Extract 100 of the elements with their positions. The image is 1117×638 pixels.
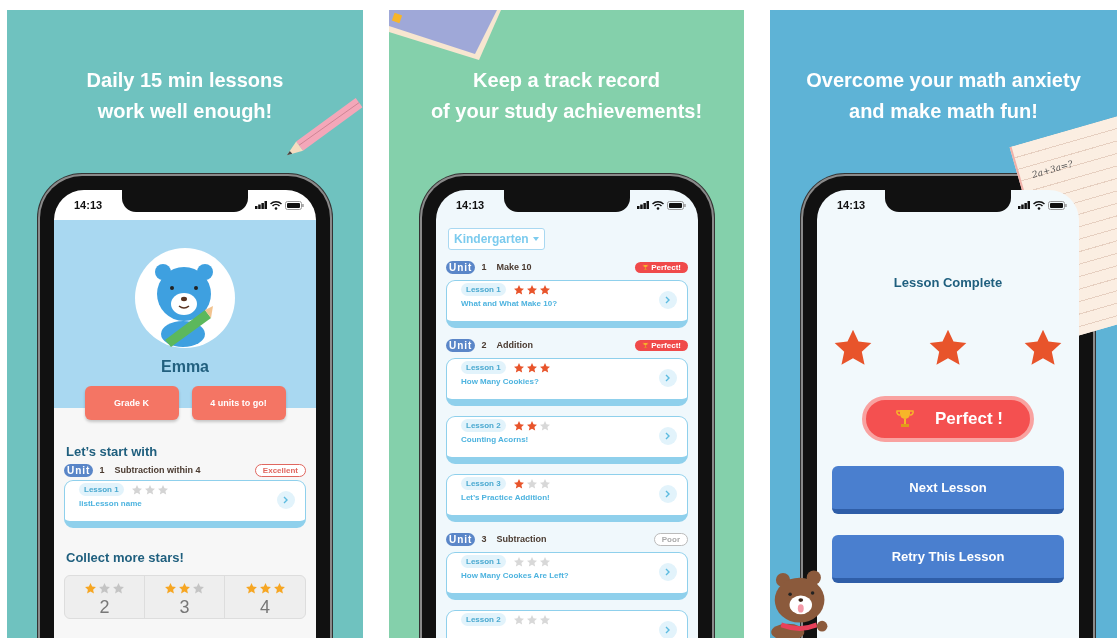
star-icon [538, 419, 551, 432]
chevron-button[interactable] [659, 369, 677, 387]
battery-icon [1048, 200, 1067, 210]
chevron-button[interactable] [277, 491, 295, 509]
star-icon [512, 555, 525, 568]
lesson-tag: Lesson 1 [461, 555, 506, 568]
star-icon [525, 283, 538, 296]
star-icon [538, 283, 551, 296]
battery-icon [285, 200, 304, 210]
star-icon [130, 483, 143, 496]
lesson-tag: Lesson 2 [461, 613, 506, 626]
star-icon [156, 483, 169, 496]
lesson-title: What and What Make 10? [461, 299, 558, 308]
star-icon [538, 613, 551, 626]
lesson-tag: Lesson 1 [461, 361, 506, 374]
star-icon [143, 483, 156, 496]
chevron-right-icon [283, 496, 289, 504]
chevron-button[interactable] [659, 621, 677, 638]
result-badge: Poor [653, 532, 688, 546]
result-badge: Excellent [254, 463, 306, 477]
action-button[interactable]: Next Lesson [832, 466, 1064, 514]
result-badge: Perfect! [635, 261, 688, 273]
chevron-button[interactable] [659, 485, 677, 503]
star-icon [538, 477, 551, 490]
lesson-card[interactable]: Lesson 2 Counting Acorns! [446, 416, 688, 464]
status-time: 14:13 [456, 199, 485, 211]
info-button[interactable]: Grade K [84, 386, 179, 420]
unit-title: Subtraction within 4 [114, 465, 201, 475]
lesson-title: How Many Cookes Are Left? [461, 571, 570, 580]
grade-dropdown[interactable]: Kindergarten [448, 228, 545, 250]
chevron-right-icon [665, 626, 671, 634]
goal-count: 4 [260, 597, 270, 618]
star-icon [192, 582, 205, 595]
action-button[interactable]: Retry This Lesson [832, 535, 1064, 583]
lesson-card[interactable]: Lesson 2 [446, 610, 688, 638]
lesson-card[interactable]: Lesson 1 listLesson name [64, 480, 306, 528]
result-badge: Perfect ! [862, 396, 1034, 442]
goal-count: 2 [99, 597, 110, 618]
chevron-right-icon [665, 432, 671, 440]
lesson-tag: Lesson 1 [461, 283, 506, 296]
star-icon [525, 419, 538, 432]
star-icon [512, 419, 525, 432]
wifi-icon [652, 200, 664, 210]
headline: Overcome your math anxiety [806, 68, 1081, 93]
star-icon [512, 613, 525, 626]
lesson-title: listLesson name [79, 499, 143, 508]
chevron-button[interactable] [659, 427, 677, 445]
star-icon [272, 582, 286, 595]
signal-icon [255, 201, 267, 209]
headline: Daily 15 min lessons [86, 68, 284, 93]
unit-title: Make 10 [496, 262, 532, 272]
wifi-icon [1033, 200, 1045, 210]
section-heading: Let’s start with [66, 444, 159, 459]
lesson-tag: Lesson 3 [461, 477, 506, 490]
chevron-button[interactable] [659, 563, 677, 581]
info-button[interactable]: 4 units to go! [191, 386, 286, 420]
battery-icon [667, 200, 686, 210]
result-badge: Perfect! [635, 339, 688, 351]
star-icon [538, 555, 551, 568]
chevron-right-icon [665, 490, 671, 498]
star-icon [525, 361, 538, 374]
headline: Keep a track record [473, 68, 660, 93]
star-icon [512, 361, 525, 374]
lesson-title: Let’s Practice Addition! [461, 493, 551, 502]
unit-title: Addition [496, 340, 533, 350]
lesson-title: Counting Acorns! [461, 435, 530, 444]
lesson-tag: Lesson 2 [461, 419, 506, 432]
unit-number: 3 [481, 534, 487, 544]
lesson-card[interactable]: Lesson 1 What and What Make 10? [446, 280, 688, 328]
unit-number: 1 [481, 262, 487, 272]
lesson-card[interactable]: Lesson 1 How Many Cookies? [446, 358, 688, 406]
unit-number: 1 [99, 465, 105, 475]
star-icon [258, 582, 272, 595]
lesson-card[interactable]: Lesson 3 Let’s Practice Addition! [446, 474, 688, 522]
unit-logo: Unit [446, 260, 476, 274]
lesson-complete-title: Lesson Complete [892, 275, 1004, 290]
star-icon [178, 582, 191, 595]
chevron-button[interactable] [659, 291, 677, 309]
section-heading: Collect more stars! [66, 550, 185, 565]
lesson-card[interactable]: Lesson 1 How Many Cookes Are Left? [446, 552, 688, 600]
star-icon [164, 582, 177, 595]
unit-logo: Unit [446, 338, 476, 352]
unit-title: Subtraction [496, 534, 547, 544]
status-time: 14:13 [74, 199, 103, 211]
star-icon [84, 582, 97, 595]
star-icon [244, 582, 258, 595]
signal-icon [1018, 201, 1030, 209]
goal-count: 3 [179, 597, 190, 618]
headline: and make math fun! [849, 99, 1038, 124]
chevron-right-icon [665, 296, 671, 304]
unit-number: 2 [481, 340, 487, 350]
star-icon [112, 582, 125, 595]
chevron-right-icon [665, 374, 671, 382]
trophy-icon [642, 341, 650, 349]
star-icon [512, 283, 525, 296]
star-icon [538, 361, 551, 374]
star-icon [512, 477, 525, 490]
user-name: Emma [160, 358, 210, 376]
headline: work well enough! [97, 99, 273, 124]
unit-logo: Unit [446, 532, 476, 546]
